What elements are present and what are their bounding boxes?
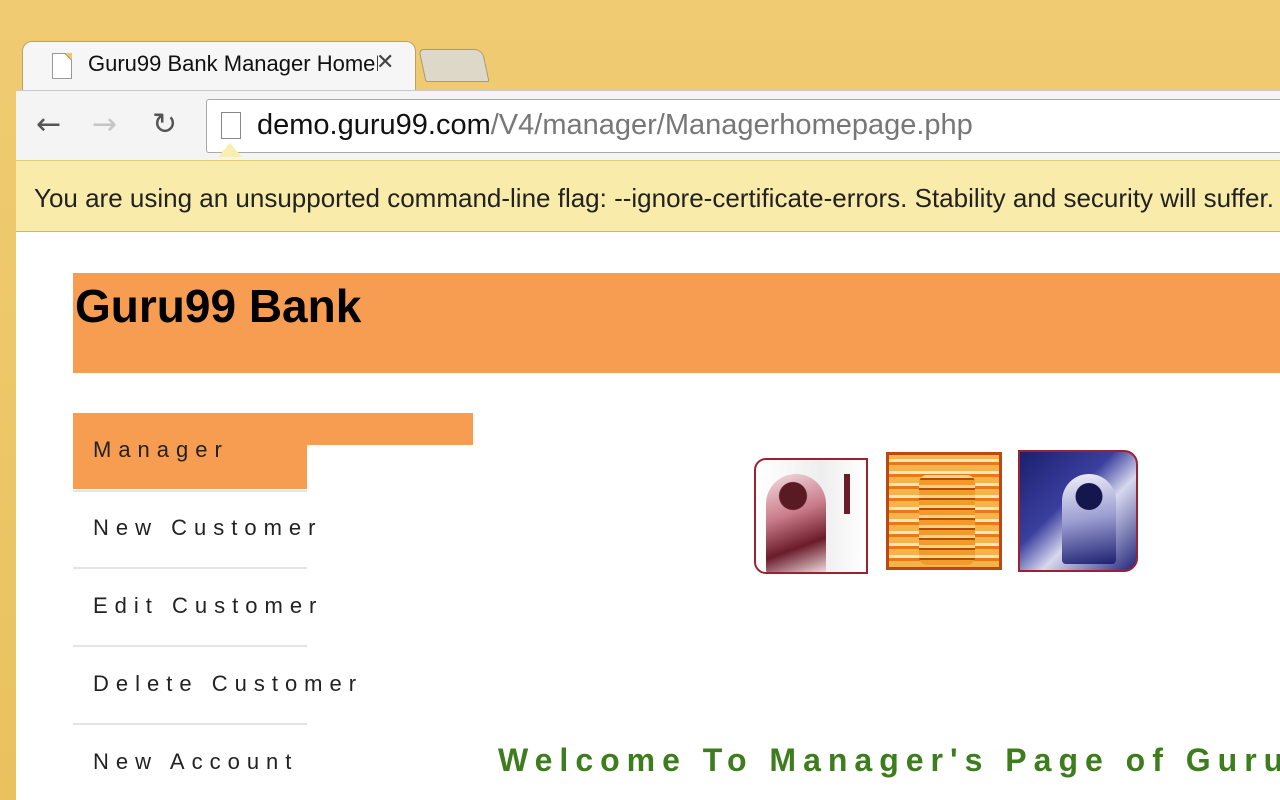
- url-path: /V4/manager/Managerhomepage.php: [490, 109, 973, 141]
- page-title: Guru99 Bank: [75, 280, 362, 332]
- tab-title: Guru99 Bank Manager HomePage: [88, 51, 378, 76]
- back-arrow-icon[interactable]: ←: [36, 105, 61, 145]
- coins-image: [886, 452, 1002, 570]
- businessman-image: [754, 458, 868, 574]
- page-icon: [221, 112, 241, 139]
- welcome-message: Welcome To Manager's Page of Guru99 Bank: [498, 742, 1280, 778]
- menu-item-edit-customer[interactable]: Edit Customer: [73, 569, 316, 647]
- menu-item-label: New Account: [93, 749, 299, 774]
- menu-item-label: Manager: [93, 437, 229, 462]
- browser-toolbar: ← → ↻ demo.guru99.com/V4/manager/Manager…: [16, 90, 1280, 161]
- menu-item-new-customer[interactable]: New Customer: [73, 491, 315, 569]
- menu-item-label: New Customer: [93, 515, 323, 540]
- infobar: You are using an unsupported command-lin…: [16, 160, 1280, 232]
- menu-item-label: Delete Customer: [93, 671, 364, 696]
- menu-item-label: Edit Customer: [93, 593, 324, 618]
- forward-arrow-icon[interactable]: →: [92, 105, 117, 145]
- page-content: Guru99 Bank Manager New Customer Edit Cu…: [16, 232, 1280, 800]
- menu-item-manager[interactable]: Manager: [73, 413, 307, 489]
- reload-icon[interactable]: ↻: [152, 105, 177, 145]
- url-domain: demo.guru99.com: [257, 109, 491, 141]
- image-detail: [844, 474, 850, 514]
- infobar-pointer: [218, 143, 242, 157]
- person-figure: [1062, 474, 1116, 564]
- address-bar[interactable]: demo.guru99.com/V4/manager/Managerhomepa…: [206, 99, 1280, 153]
- menu-item-new-account[interactable]: New Account: [73, 725, 307, 800]
- new-tab-button[interactable]: [418, 49, 490, 82]
- page-icon: [52, 53, 72, 79]
- close-tab-icon[interactable]: ✕: [376, 50, 394, 75]
- banking-images: [754, 450, 1138, 576]
- businesswoman-image: [1018, 450, 1138, 572]
- coin-stack: [919, 475, 975, 565]
- url-text[interactable]: demo.guru99.com/V4/manager/Managerhomepa…: [257, 109, 973, 142]
- person-figure: [766, 474, 826, 572]
- menu-item-delete-customer[interactable]: Delete Customer: [73, 647, 356, 725]
- infobar-message: You are using an unsupported command-lin…: [34, 183, 1274, 213]
- header-banner: Guru99 Bank: [73, 273, 1280, 373]
